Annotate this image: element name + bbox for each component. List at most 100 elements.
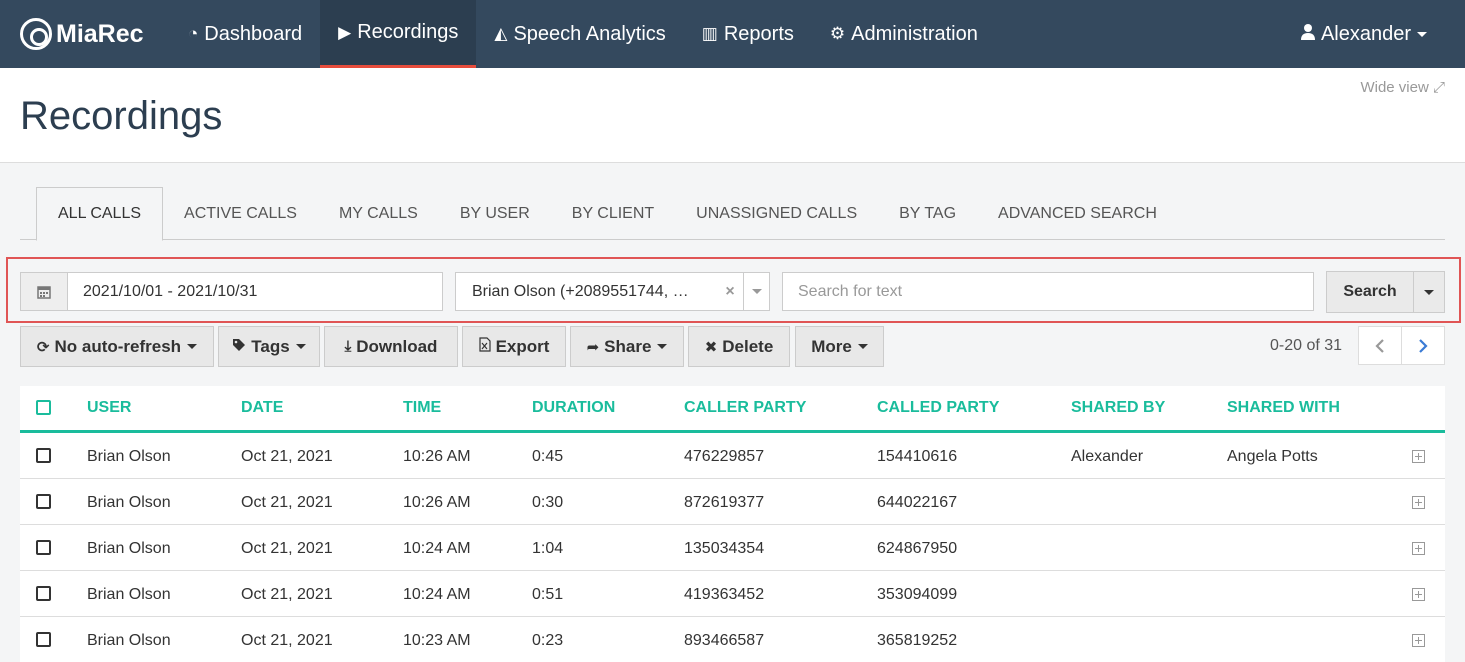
cell-date: Oct 21, 2021 — [241, 494, 333, 511]
gear-icon: ⚙ — [829, 24, 846, 43]
date-range-group[interactable] — [20, 272, 443, 311]
tab-unassigned-calls[interactable]: UNASSIGNED CALLS — [675, 187, 878, 240]
cell-called-party: 624867950 — [877, 540, 958, 557]
brand-name: MiaRec — [56, 19, 144, 48]
search-button[interactable]: Search — [1327, 272, 1414, 312]
table-row[interactable]: Brian Olson Oct 21, 2021 10:24 AM 0:51 4… — [20, 571, 1445, 617]
pager-count: 0-20 of 31 — [1270, 337, 1343, 354]
download-icon: ⤓ — [344, 338, 352, 355]
expand-row-icon[interactable] — [1412, 588, 1425, 601]
prev-page-button[interactable] — [1358, 326, 1402, 365]
user-menu[interactable]: Alexander — [1283, 0, 1465, 68]
tab-by-user[interactable]: BY USER — [439, 187, 551, 240]
column-header-called-party[interactable]: CALLED PARTY — [877, 399, 999, 417]
column-header-shared-by[interactable]: SHARED BY — [1071, 399, 1165, 417]
chevron-down-icon[interactable] — [743, 273, 769, 310]
user-select[interactable]: Brian Olson (+2089551744, … × — [455, 272, 770, 311]
select-all-checkbox[interactable] — [36, 400, 51, 415]
tab-by-tag[interactable]: BY TAG — [878, 187, 977, 240]
table-row[interactable]: Brian Olson Oct 21, 2021 10:26 AM 0:30 8… — [20, 479, 1445, 525]
column-header-caller-party[interactable]: CALLER PARTY — [684, 399, 806, 417]
close-icon: ✖ — [704, 338, 718, 356]
more-label: More — [811, 336, 852, 356]
row-checkbox[interactable] — [36, 632, 51, 647]
row-checkbox[interactable] — [36, 448, 51, 463]
call-tabs: ALL CALLS ACTIVE CALLS MY CALLS BY USER … — [20, 187, 1445, 241]
auto-refresh-button[interactable]: ⟳ No auto-refresh — [20, 326, 214, 367]
tab-active-calls[interactable]: ACTIVE CALLS — [163, 187, 318, 240]
expand-row-icon[interactable] — [1412, 450, 1425, 463]
dashboard-icon: ◔ — [188, 24, 199, 43]
row-checkbox[interactable] — [36, 540, 51, 555]
cell-user: Brian Olson — [87, 586, 171, 603]
export-label: Export — [495, 336, 550, 356]
table-row[interactable]: Brian Olson Oct 21, 2021 10:26 AM 0:45 4… — [20, 433, 1445, 479]
export-button[interactable]: Export — [462, 326, 566, 367]
table-row[interactable]: Brian Olson Oct 21, 2021 10:23 AM 0:23 8… — [20, 617, 1445, 662]
nav-reports-label: Reports — [723, 22, 794, 45]
share-button[interactable]: ➦ Share — [570, 326, 684, 367]
cell-date: Oct 21, 2021 — [241, 586, 333, 603]
tab-all-calls[interactable]: ALL CALLS — [36, 187, 164, 241]
tab-by-client[interactable]: BY CLIENT — [551, 187, 675, 240]
cell-date: Oct 21, 2021 — [241, 448, 333, 465]
share-icon: ➦ — [586, 338, 600, 356]
download-label: Download — [356, 336, 438, 356]
column-header-time[interactable]: TIME — [403, 399, 441, 417]
page-header: Recordings Wide view ⤢ — [0, 68, 1465, 163]
delete-button[interactable]: ✖ Delete — [688, 326, 790, 367]
expand-row-icon[interactable] — [1412, 496, 1425, 509]
expand-row-icon[interactable] — [1412, 542, 1425, 555]
chevron-down-icon — [657, 344, 668, 349]
nav-dashboard-label: Dashboard — [204, 22, 303, 45]
cell-duration: 0:51 — [532, 586, 564, 603]
more-button[interactable]: More — [795, 326, 884, 367]
cell-time: 10:26 AM — [403, 494, 471, 511]
search-input[interactable] — [782, 272, 1314, 311]
nav-dashboard[interactable]: ◔ Dashboard — [170, 0, 320, 68]
nav-administration[interactable]: ⚙ Administration — [812, 0, 996, 68]
tags-label: Tags — [251, 336, 290, 356]
chevron-down-icon — [187, 344, 198, 349]
cell-duration: 0:23 — [532, 632, 564, 649]
cell-caller-party: 893466587 — [684, 632, 765, 649]
top-navbar: MiaRec ◔ Dashboard ▶ Recordings ◭ Speech… — [0, 0, 1465, 68]
column-header-shared-with[interactable]: SHARED WITH — [1227, 399, 1340, 417]
cell-user: Brian Olson — [87, 632, 171, 649]
play-square-icon: ▶ — [338, 22, 352, 42]
tab-advanced-search[interactable]: ADVANCED SEARCH — [977, 187, 1178, 240]
table-row[interactable]: Brian Olson Oct 21, 2021 10:24 AM 1:04 1… — [20, 525, 1445, 571]
chevron-down-icon — [1424, 289, 1434, 295]
brand-logo[interactable]: MiaRec — [0, 18, 170, 50]
nav-recordings[interactable]: ▶ Recordings — [320, 0, 477, 68]
nav-reports[interactable]: ▥ Reports — [684, 0, 812, 68]
column-header-user[interactable]: USER — [87, 399, 131, 417]
chevron-down-icon — [295, 344, 306, 349]
cell-caller-party: 872619377 — [684, 494, 765, 511]
row-checkbox[interactable] — [36, 494, 51, 509]
column-header-date[interactable]: DATE — [241, 399, 283, 417]
tab-my-calls[interactable]: MY CALLS — [318, 187, 439, 240]
next-page-button[interactable] — [1401, 326, 1445, 365]
cell-time: 10:23 AM — [403, 632, 471, 649]
column-header-duration[interactable]: DURATION — [532, 399, 615, 417]
calendar-icon[interactable] — [21, 273, 68, 310]
row-checkbox[interactable] — [36, 586, 51, 601]
cell-shared-with: Angela Potts — [1227, 448, 1318, 465]
nav-speech-analytics-label: Speech Analytics — [513, 22, 666, 45]
download-button[interactable]: ⤓ Download — [324, 326, 458, 367]
delete-label: Delete — [722, 336, 774, 356]
tags-button[interactable]: Tags — [218, 326, 320, 367]
search-dropdown-toggle[interactable] — [1414, 272, 1444, 312]
clear-icon[interactable]: × — [717, 283, 743, 301]
share-label: Share — [604, 336, 652, 356]
cell-user: Brian Olson — [87, 494, 171, 511]
date-range-input[interactable] — [68, 273, 442, 310]
nav-speech-analytics[interactable]: ◭ Speech Analytics — [476, 0, 683, 68]
cell-caller-party: 135034354 — [684, 540, 765, 557]
cell-user: Brian Olson — [87, 448, 171, 465]
expand-row-icon[interactable] — [1412, 634, 1425, 647]
wide-view-link[interactable]: Wide view ⤢ — [1360, 79, 1445, 96]
tag-icon — [232, 338, 246, 356]
cell-called-party: 353094099 — [877, 586, 958, 603]
